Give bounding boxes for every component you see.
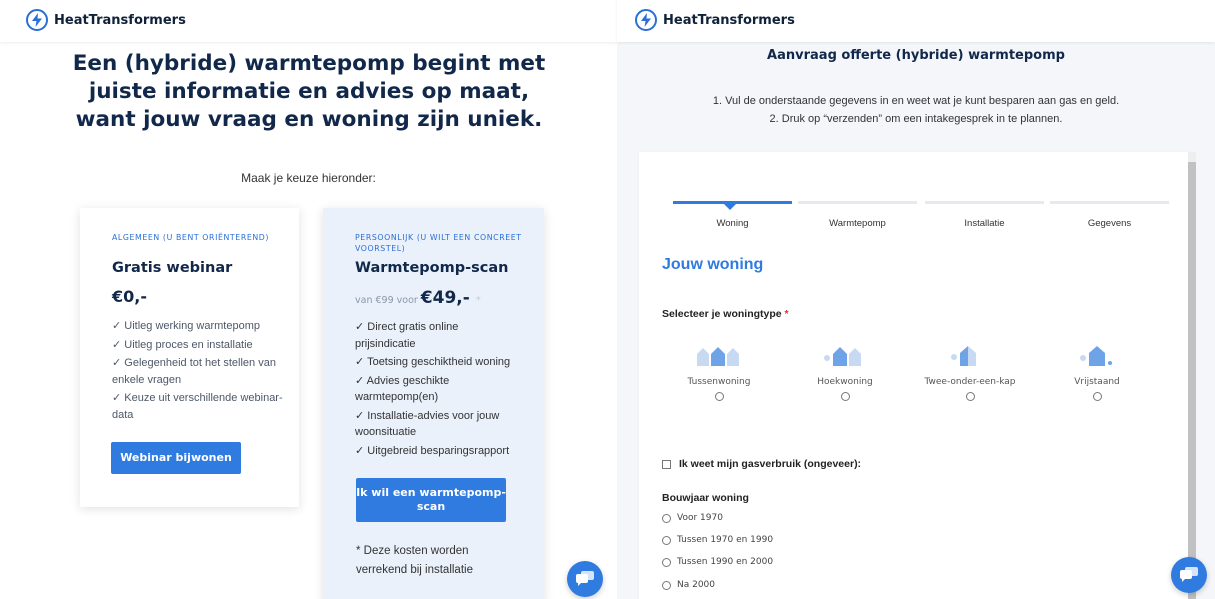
instruction-step: 2. Druk op “verzenden” om een intakegesp…	[769, 113, 1063, 125]
brand-logo[interactable]: HeatTransformers	[635, 9, 795, 31]
chat-button[interactable]	[567, 561, 603, 597]
progress-step-gegevens[interactable]	[1050, 201, 1169, 204]
woningtype-name: Twee-onder-een-kap	[924, 377, 1016, 387]
page-subtitle: Maak je keuze hieronder:	[241, 171, 376, 185]
left-header: HeatTransformers	[0, 0, 617, 42]
woningtype-label: Selecteer je woningtype *	[662, 308, 789, 320]
instructions: 1. Vul de onderstaande gegevens in en we…	[617, 92, 1215, 128]
feature-item: ✓ Keuze uit verschillende webinar-data	[112, 392, 283, 421]
woningtype-option-hoekwoning[interactable]: Hoekwoning	[790, 342, 900, 401]
step-label-warmtepomp[interactable]: Warmtepomp	[798, 218, 917, 229]
card-kicker: PERSOONLIJK (U WILT EEN CONCREET VOORSTE…	[355, 233, 522, 253]
section-title: Jouw woning	[662, 256, 764, 273]
card-kicker: ALGEMEEN (U BENT ORIËNTEREND)	[112, 233, 270, 242]
form-scrollbar-thumb[interactable]	[1188, 162, 1196, 599]
woningtype-option-vrijstaand[interactable]: Vrijstaand	[1042, 342, 1152, 401]
twee-onder-een-kap-icon	[951, 346, 976, 366]
bouwjaar-radio[interactable]	[662, 513, 671, 523]
progress-step-installatie[interactable]	[925, 201, 1044, 204]
step-label-installatie[interactable]: Installatie	[925, 218, 1044, 229]
card-title: Gratis webinar	[112, 260, 233, 276]
bouwjaar-option[interactable]: Tussen 1990 en 2000	[662, 557, 773, 567]
bouwjaar-radio[interactable]	[662, 580, 671, 590]
hoekwoning-icon	[824, 347, 861, 366]
feature-item: ✓ Gelegenheid tot het stellen van enkele…	[112, 357, 276, 386]
lightning-icon	[26, 9, 48, 31]
required-mark: *	[784, 308, 789, 320]
feature-item: ✓ Uitleg proces en installatie	[112, 338, 253, 351]
brand-logo[interactable]: HeatTransformers	[26, 9, 186, 31]
feature-list: ✓ Direct gratis online prijsindicatie ✓ …	[355, 319, 517, 461]
brand-name: HeatTransformers	[663, 12, 795, 28]
chat-button[interactable]	[1171, 557, 1207, 593]
progress-step-warmtepomp[interactable]	[798, 201, 917, 204]
gasverbruik-checkbox-row[interactable]: Ik weet mijn gasverbruik (ongeveer):	[662, 458, 861, 470]
right-panel: HeatTransformers Aanvraag offerte (hybri…	[617, 0, 1215, 599]
bouwjaar-option-label: Voor 1970	[677, 513, 723, 523]
feature-item: ✓ Direct gratis online prijsindicatie	[355, 321, 459, 350]
woningtype-radio[interactable]	[965, 392, 975, 401]
gasverbruik-label: Ik weet mijn gasverbruik (ongeveer):	[679, 458, 862, 470]
bouwjaar-option-label: Tussen 1970 en 1990	[677, 535, 774, 545]
bouwjaar-radio[interactable]	[662, 535, 671, 545]
woningtype-name: Hoekwoning	[817, 377, 873, 387]
bouwjaar-option-label: Na 2000	[677, 580, 716, 590]
woningtype-name: Tussenwoning	[687, 377, 751, 387]
woningtype-radio[interactable]	[1092, 392, 1102, 401]
price-note: * Deze kosten worden verrekend bij insta…	[356, 545, 473, 576]
active-step-indicator	[724, 204, 736, 210]
original-price: van €99 voor	[355, 295, 418, 306]
brand-name: HeatTransformers	[54, 12, 186, 28]
instruction-step: 1. Vul de onderstaande gegevens in en we…	[712, 95, 1120, 107]
chat-icon	[576, 571, 594, 586]
card-price: van €99 voor €49,- *	[355, 288, 481, 308]
feature-item: ✓ Installatie-advies voor jouw woonsitua…	[355, 409, 500, 439]
bouwjaar-option[interactable]: Na 2000	[662, 580, 715, 590]
bouwjaar-option-label: Tussen 1990 en 2000	[677, 557, 774, 567]
woningtype-label-text: Selecteer je woningtype	[662, 308, 782, 320]
bouwjaar-radio[interactable]	[662, 557, 671, 567]
webinar-button[interactable]: Webinar bijwonen	[111, 442, 241, 474]
feature-item: ✓ Uitgebreid besparingsrapport	[355, 444, 510, 457]
lightning-icon	[635, 9, 657, 31]
scan-card: PERSOONLIJK (U WILT EEN CONCREET VOORSTE…	[323, 208, 544, 599]
discount-price: €49,-	[420, 288, 470, 308]
tussenwoning-icon	[697, 347, 739, 366]
bouwjaar-option[interactable]: Voor 1970	[662, 513, 723, 523]
vrijstaand-icon	[1080, 346, 1112, 366]
feature-item: ✓ Advies geschikte warmtepomp(en)	[355, 374, 450, 404]
page-title: Een (hybride) warmtepomp begint met juis…	[72, 51, 546, 132]
feature-item: ✓ Uitleg werking warmtepomp	[112, 320, 260, 332]
form-page-title: Aanvraag offerte (hybride) warmtepomp	[767, 48, 1065, 63]
woningtype-radio[interactable]	[714, 392, 724, 401]
woningtype-name: Vrijstaand	[1074, 377, 1120, 387]
step-label-woning[interactable]: Woning	[673, 218, 792, 229]
card-price: €0,-	[112, 287, 147, 306]
gasverbruik-checkbox[interactable]	[662, 459, 671, 469]
webinar-card: ALGEMEEN (U BENT ORIËNTEREND) Gratis web…	[80, 208, 299, 507]
woningtype-option-twee-onder-een-kap[interactable]: Twee-onder-een-kap	[915, 342, 1025, 401]
woningtype-radio[interactable]	[840, 392, 850, 401]
chat-icon	[1180, 567, 1198, 582]
step-label-gegevens[interactable]: Gegevens	[1050, 218, 1169, 229]
right-header: HeatTransformers	[617, 0, 1215, 42]
feature-item: ✓ Toetsing geschiktheid woning	[355, 356, 511, 368]
scan-button[interactable]: Ik wil een warmtepomp-scan	[356, 478, 506, 522]
quote-form: Woning Warmtepomp Installatie Gegevens J…	[639, 152, 1196, 599]
bouwjaar-label: Bouwjaar woning	[662, 492, 749, 504]
left-panel: HeatTransformers Een (hybride) warmtepom…	[0, 0, 617, 599]
bouwjaar-option[interactable]: Tussen 1970 en 1990	[662, 535, 773, 545]
feature-list: ✓ Uitleg werking warmtepomp ✓ Uitleg pro…	[112, 318, 284, 425]
price-footnote-mark: *	[475, 295, 481, 306]
card-title: Warmtepomp-scan	[355, 260, 509, 276]
woningtype-option-tussenwoning[interactable]: Tussenwoning	[664, 342, 774, 401]
